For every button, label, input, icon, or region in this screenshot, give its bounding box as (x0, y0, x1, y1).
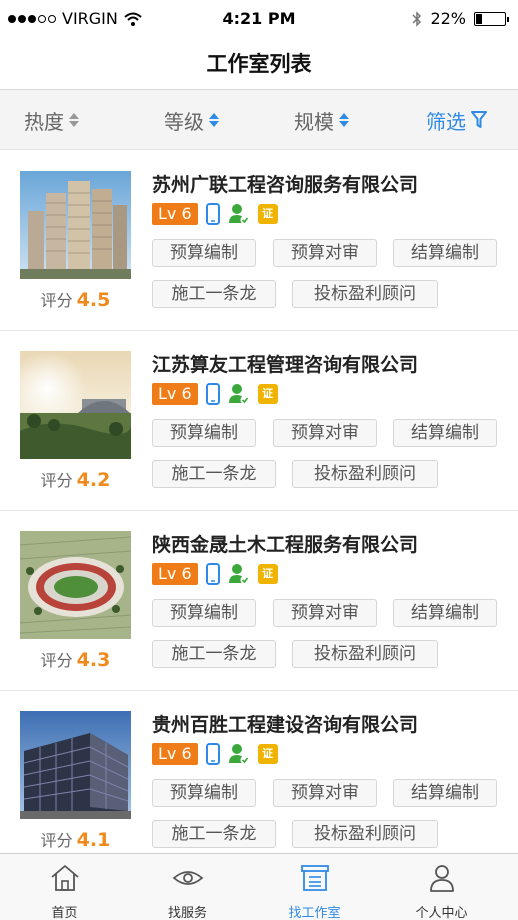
service-tag[interactable]: 结算编制 (393, 239, 497, 267)
tab-label: 个人中心 (415, 906, 468, 920)
phone-verified-icon (205, 563, 220, 585)
tab-find-studio[interactable]: 找工作室 (250, 854, 379, 920)
service-tag[interactable]: 预算对审 (273, 599, 377, 627)
sort-label: 等级 (164, 109, 204, 134)
certificate-icon: 证 (257, 384, 278, 404)
service-tag[interactable]: 投标盈利顾问 (292, 820, 438, 848)
sort-by-popularity[interactable]: 热度 (24, 90, 79, 150)
sort-label: 规模 (294, 109, 334, 134)
rating-score: 4.3 (76, 649, 111, 671)
badges: Lv 6 证 (152, 563, 278, 585)
company-name[interactable]: 贵州百胜工程建设咨询有限公司 (152, 710, 418, 737)
rating: 评分 4.1 (20, 827, 131, 851)
sort-arrows-icon (209, 113, 219, 127)
service-tag[interactable]: 预算编制 (152, 419, 256, 447)
badges: Lv 6 证 (152, 203, 278, 225)
rating-label: 评分 (40, 651, 73, 670)
identity-verified-icon (228, 384, 250, 405)
studio-icon (300, 865, 329, 891)
service-tag[interactable]: 投标盈利顾问 (292, 640, 438, 668)
service-tag[interactable]: 施工一条龙 (152, 280, 276, 308)
person-icon (429, 865, 454, 892)
identity-verified-icon (228, 744, 250, 765)
phone-verified-icon (205, 203, 220, 225)
studio-photo-stadium (20, 531, 131, 639)
service-tag[interactable]: 结算编制 (393, 779, 497, 807)
rating-score: 4.5 (76, 289, 111, 311)
battery-level (476, 13, 482, 24)
tab-bar: 首页 找服务 找工作室 个人中心 (0, 853, 518, 920)
rating-label: 评分 (40, 831, 73, 850)
rating-score: 4.2 (76, 469, 111, 491)
level-badge: Lv 6 (152, 743, 198, 765)
service-tag[interactable]: 施工一条龙 (152, 460, 276, 488)
certificate-icon: 证 (257, 744, 278, 764)
filter-label: 筛选 (426, 109, 466, 134)
level-badge: Lv 6 (152, 383, 198, 405)
studio-list: 评分 4.5 苏州广联工程咨询服务有限公司 Lv 6 证 预算编制 预算对审 结算… (0, 151, 518, 871)
company-name[interactable]: 陕西金晟土木工程服务有限公司 (152, 530, 418, 557)
sort-label: 热度 (24, 109, 64, 134)
certificate-icon: 证 (257, 204, 278, 224)
status-right: 22% (412, 9, 509, 28)
page-title: 工作室列表 (206, 51, 312, 76)
sort-bar: 热度 等级 规模 筛选 (0, 90, 518, 150)
service-tag[interactable]: 施工一条龙 (152, 820, 276, 848)
battery-percent: 22% (430, 9, 466, 28)
tab-find-service[interactable]: 找服务 (123, 854, 252, 920)
service-tag[interactable]: 预算编制 (152, 599, 256, 627)
service-tag[interactable]: 投标盈利顾问 (292, 280, 438, 308)
service-tag[interactable]: 施工一条龙 (152, 640, 276, 668)
studio-card[interactable]: 评分 4.1 贵州百胜工程建设咨询有限公司 Lv 6 证 预算编制 预算对审 结算… (0, 691, 518, 871)
sort-by-scale[interactable]: 规模 (294, 90, 349, 150)
eye-icon (172, 871, 203, 885)
company-name[interactable]: 江苏算友工程管理咨询有限公司 (152, 350, 418, 377)
status-bar: VIRGIN 4:21 PM 22% (0, 0, 518, 36)
service-tag[interactable]: 预算编制 (152, 779, 256, 807)
bluetooth-icon (412, 10, 422, 27)
studio-card[interactable]: 评分 4.5 苏州广联工程咨询服务有限公司 Lv 6 证 预算编制 预算对审 结算… (0, 151, 518, 331)
tab-label: 找服务 (167, 906, 207, 920)
company-name[interactable]: 苏州广联工程咨询服务有限公司 (152, 170, 418, 197)
sort-arrows-icon (69, 113, 79, 127)
level-badge: Lv 6 (152, 203, 198, 225)
filter-funnel-icon (471, 111, 487, 128)
rating-score: 4.1 (76, 829, 111, 851)
phone-verified-icon (205, 743, 220, 765)
tab-label: 找工作室 (288, 906, 341, 920)
rating: 评分 4.3 (20, 647, 131, 671)
service-tag[interactable]: 预算对审 (273, 239, 377, 267)
sort-by-level[interactable]: 等级 (164, 90, 219, 150)
studio-card[interactable]: 评分 4.2 江苏算友工程管理咨询有限公司 Lv 6 证 预算编制 预算对审 结算… (0, 331, 518, 511)
service-tag[interactable]: 预算对审 (273, 419, 377, 447)
identity-verified-icon (228, 204, 250, 225)
home-icon (50, 865, 79, 891)
tab-home[interactable]: 首页 (0, 854, 129, 920)
service-tag[interactable]: 结算编制 (393, 599, 497, 627)
filter-button[interactable]: 筛选 (426, 90, 487, 150)
service-tag[interactable]: 结算编制 (393, 419, 497, 447)
rating: 评分 4.2 (20, 467, 131, 491)
service-tag[interactable]: 预算对审 (273, 779, 377, 807)
phone-verified-icon (205, 383, 220, 405)
tab-profile[interactable]: 个人中心 (377, 854, 506, 920)
rating-label: 评分 (40, 471, 73, 490)
service-tag[interactable]: 投标盈利顾问 (292, 460, 438, 488)
service-tag[interactable]: 预算编制 (152, 239, 256, 267)
studio-photo-highrise (20, 171, 131, 279)
identity-verified-icon (228, 564, 250, 585)
sort-arrows-icon (339, 113, 349, 127)
studio-photo-glass-building (20, 711, 131, 819)
studio-photo-sunset-complex (20, 351, 131, 459)
badges: Lv 6 证 (152, 743, 278, 765)
level-badge: Lv 6 (152, 563, 198, 585)
certificate-icon: 证 (257, 564, 278, 584)
rating-label: 评分 (40, 291, 73, 310)
studio-card[interactable]: 评分 4.3 陕西金晟土木工程服务有限公司 Lv 6 证 预算编制 预算对审 结算… (0, 511, 518, 691)
badges: Lv 6 证 (152, 383, 278, 405)
battery-icon (474, 11, 509, 26)
rating: 评分 4.5 (20, 287, 131, 311)
tab-label: 首页 (51, 906, 78, 920)
navigation-bar: 工作室列表 (0, 36, 518, 90)
